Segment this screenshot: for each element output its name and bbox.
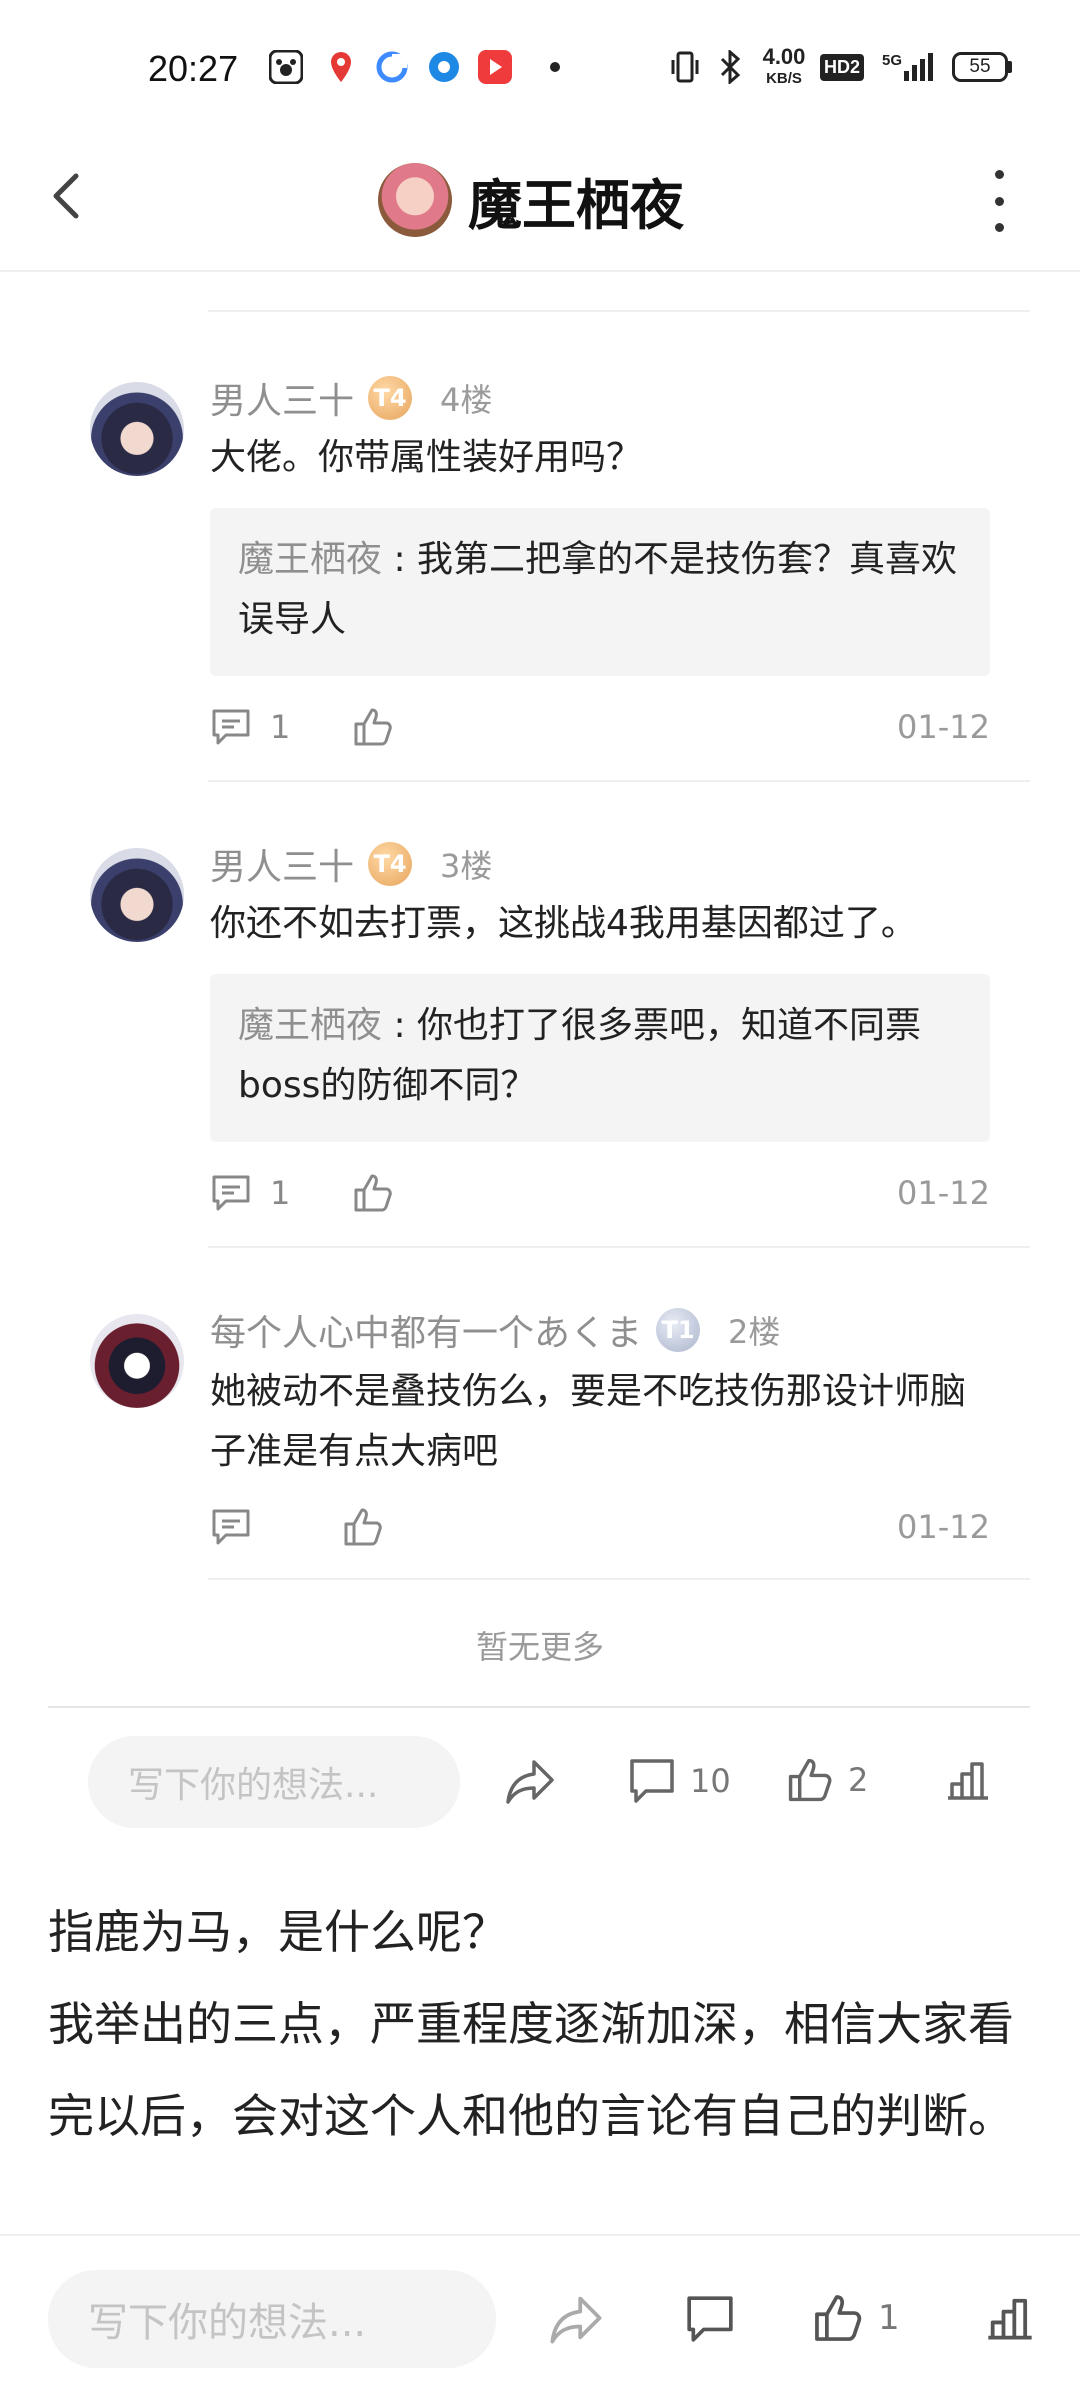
comment-user-row: 男人三十 T4 4楼 xyxy=(210,370,492,426)
status-bar: 20:27 4.00 KB/S HD2 5G 55 xyxy=(0,0,1080,130)
article-body: 指鹿为马，是什么呢？ 我举出的三点，严重程度逐渐加深，相信大家看完以后，会对这个… xyxy=(48,1886,1038,2162)
comment-icon xyxy=(212,709,250,745)
quote-username[interactable]: 魔王栖夜 xyxy=(238,1005,382,1046)
bar-chart-icon xyxy=(988,2298,1032,2340)
video-app-icon xyxy=(476,50,514,84)
author-avatar[interactable] xyxy=(378,163,452,237)
share-icon xyxy=(506,1760,554,1804)
article-paragraph: 我举出的三点，严重程度逐渐加深，相信大家看完以后，会对这个人和他的言论有自己的判… xyxy=(48,1997,1014,2143)
status-time: 20:27 xyxy=(148,48,239,89)
share-button[interactable] xyxy=(548,2292,606,2346)
reply-count: 1 xyxy=(270,708,291,746)
hd-badge: HD2 xyxy=(820,50,865,84)
chevron-left-icon xyxy=(53,173,79,219)
share-icon xyxy=(550,2296,602,2344)
like-count: 2 xyxy=(848,1761,869,1799)
thumbs-up-icon xyxy=(788,1758,832,1802)
bottom-action-bar: 写下你的想法... 1 xyxy=(0,2234,1080,2400)
more-dots-icon xyxy=(994,170,1004,179)
comment-date: 01-12 xyxy=(897,1174,990,1212)
like-button[interactable]: 2 xyxy=(786,1754,868,1806)
floor-number: 2楼 xyxy=(728,1313,781,1351)
comment-icon xyxy=(687,2296,733,2342)
comment-text[interactable]: 大佬。你带属性装好用吗？ xyxy=(210,428,1010,488)
comment-actions: 1 01-12 xyxy=(210,702,1000,752)
comment-input[interactable]: 写下你的想法... xyxy=(48,2270,496,2368)
like-button[interactable] xyxy=(352,706,394,748)
reply-button[interactable]: 1 xyxy=(210,707,290,747)
bluetooth-icon xyxy=(716,50,744,84)
article-paragraph: 指鹿为马，是什么呢？ xyxy=(48,1905,508,1959)
like-count: 1 xyxy=(878,2298,900,2338)
comments-button[interactable] xyxy=(684,2294,736,2344)
reply-button[interactable]: 1 xyxy=(210,1173,290,1213)
section-divider xyxy=(48,1706,1030,1708)
vibrate-icon xyxy=(668,50,702,84)
reply-quote[interactable]: 魔王栖夜 : 我第二把拿的不是技伤套？真喜欢误导人 xyxy=(210,508,990,676)
level-badge: T4 xyxy=(368,376,413,420)
notification-dot-icon xyxy=(548,50,562,84)
map-pin-icon xyxy=(326,50,356,84)
top-header: 魔王栖夜 xyxy=(0,130,1080,272)
reply-count: 1 xyxy=(270,1174,291,1212)
like-button[interactable]: 1 xyxy=(812,2290,900,2346)
network-speed: 4.00 KB/S xyxy=(762,44,806,88)
back-button[interactable] xyxy=(40,160,96,232)
like-button[interactable] xyxy=(342,1506,384,1548)
comment-count: 10 xyxy=(690,1762,731,1800)
quote-separator: : xyxy=(382,539,418,580)
share-button[interactable] xyxy=(504,1756,558,1806)
bar-chart-icon xyxy=(948,1762,988,1800)
comment-username[interactable]: 男人三十 xyxy=(210,372,354,424)
reply-quote[interactable]: 魔王栖夜 : 你也打了很多票吧，知道不同票boss的防御不同？ xyxy=(210,974,990,1142)
quote-separator: : xyxy=(382,1005,418,1046)
like-button[interactable] xyxy=(352,1172,394,1214)
reply-button[interactable] xyxy=(210,1507,252,1547)
avatar[interactable] xyxy=(90,848,184,942)
thumbs-up-icon xyxy=(354,1174,393,1212)
level-badge: T1 xyxy=(656,1308,701,1352)
comment-divider xyxy=(208,780,1030,782)
comments-button[interactable]: 10 xyxy=(628,1756,731,1806)
thumbs-up-icon xyxy=(344,1508,382,1546)
signal-icon: 5G xyxy=(880,50,938,84)
comment-username[interactable]: 每个人心中都有一个あくま xyxy=(210,1304,642,1356)
page-title: 魔王栖夜 xyxy=(468,173,684,237)
level-badge: T4 xyxy=(368,842,413,886)
thumbs-up-icon xyxy=(815,2295,862,2341)
stats-button[interactable] xyxy=(984,2292,1036,2342)
comment-user-row: 每个人心中都有一个あくま T1 2楼 xyxy=(210,1302,780,1358)
comment-username[interactable]: 男人三十 xyxy=(210,838,354,890)
comment-divider xyxy=(208,1578,1030,1580)
comment-actions: 01-12 xyxy=(210,1502,1000,1552)
previous-comment-divider xyxy=(208,272,1030,312)
comment-icon xyxy=(212,1175,250,1211)
no-more-label: 暂无更多 xyxy=(475,1628,604,1666)
comment-date: 01-12 xyxy=(897,708,990,746)
comment-icon xyxy=(212,1509,250,1545)
paw-app-icon xyxy=(268,50,304,84)
comment-actions: 1 01-12 xyxy=(210,1168,1000,1218)
header-title-group[interactable]: 魔王栖夜 xyxy=(378,152,684,248)
battery-icon: 55 xyxy=(950,50,1014,84)
cloud-app-icon xyxy=(374,50,410,84)
comment-icon xyxy=(630,1759,674,1803)
thumbs-up-icon xyxy=(354,708,393,746)
more-options-button[interactable] xyxy=(984,170,1014,232)
avatar[interactable] xyxy=(90,382,184,476)
comment-input[interactable]: 写下你的想法... xyxy=(88,1736,460,1828)
quote-username[interactable]: 魔王栖夜 xyxy=(238,539,382,580)
comment-user-row: 男人三十 T4 3楼 xyxy=(210,836,492,892)
floor-number: 4楼 xyxy=(440,381,493,419)
floor-number: 3楼 xyxy=(440,847,493,885)
comment-text[interactable]: 你还不如去打票，这挑战4我用基因都过了。 xyxy=(210,894,1030,954)
stats-button[interactable] xyxy=(944,1756,992,1802)
comment-divider xyxy=(208,1246,1030,1248)
comment-date: 01-12 xyxy=(897,1508,990,1546)
circle-app-icon xyxy=(426,50,462,84)
comment-text[interactable]: 她被动不是叠技伤么，要是不吃技伤那设计师脑子准是有点大病吧 xyxy=(210,1362,1000,1482)
avatar[interactable] xyxy=(90,1314,184,1408)
